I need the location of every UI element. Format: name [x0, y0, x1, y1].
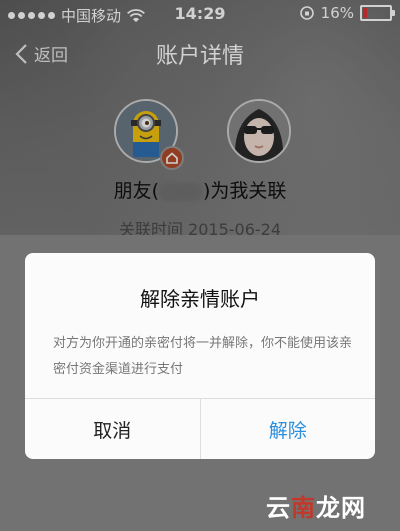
dialog-message: 对方为你开通的亲密付将一并解除，你不能使用该亲密付资金渠道进行支付 [53, 336, 353, 377]
unlink-button[interactable]: 解除 [201, 399, 376, 459]
confirm-dialog: 解除亲情账户 对方为你开通的亲密付将一并解除，你不能使用该亲密付资金渠道进行支付… [25, 253, 375, 459]
dialog-actions: 取消 解除 [25, 398, 375, 459]
cancel-button[interactable]: 取消 [25, 399, 201, 459]
dialog-title: 解除亲情账户 [140, 287, 260, 311]
watermark-logo: 云南龙网 [266, 494, 366, 522]
